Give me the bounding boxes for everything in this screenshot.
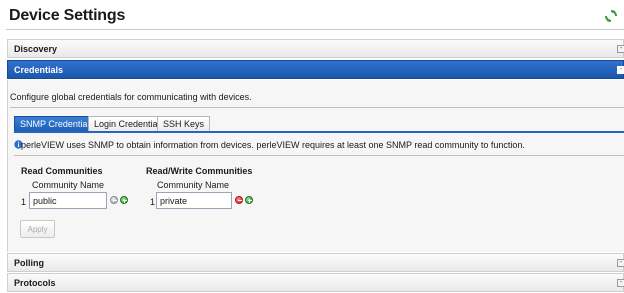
tab-ssh-keys[interactable]: SSH Keys xyxy=(157,116,211,132)
panel-discovery-header[interactable]: Discovery - xyxy=(7,39,624,58)
panel-credentials-header[interactable]: Credentials - xyxy=(7,60,624,79)
tab-underline xyxy=(14,131,624,133)
read-write-communities-title: Read/Write Communities xyxy=(146,166,253,176)
add-read-community-icon[interactable] xyxy=(120,196,128,204)
collapse-icon[interactable]: - xyxy=(617,66,624,74)
title-bar: Device Settings xyxy=(0,0,624,33)
apply-button[interactable]: Apply xyxy=(20,220,55,238)
panel-polling-header[interactable]: Polling - xyxy=(7,253,624,272)
read-community-input[interactable] xyxy=(29,192,107,209)
panel-discovery-label: Discovery xyxy=(14,44,58,54)
read-write-community-name-header: Community Name xyxy=(157,180,230,190)
panel-protocols-header[interactable]: Protocols - xyxy=(7,273,624,292)
page-title: Device Settings xyxy=(9,7,126,24)
remove-read-write-community-icon[interactable] xyxy=(235,196,243,204)
info-divider xyxy=(14,155,624,156)
panel-protocols-label: Protocols xyxy=(14,278,56,288)
read-row-index: 1 xyxy=(21,197,27,207)
expand-icon[interactable]: - xyxy=(617,279,624,287)
read-communities-title: Read Communities xyxy=(21,166,103,176)
panel-polling-label: Polling xyxy=(14,258,44,268)
remove-read-community-icon[interactable] xyxy=(110,196,118,204)
panel-credentials-label: Credentials xyxy=(14,65,64,75)
expand-icon[interactable]: - xyxy=(617,259,624,267)
credentials-description: Configure global credentials for communi… xyxy=(10,92,252,102)
read-community-name-header: Community Name xyxy=(32,180,105,190)
description-divider xyxy=(10,107,624,108)
collapse-icon[interactable]: - xyxy=(617,45,624,53)
read-write-row-index: 1 xyxy=(150,197,156,207)
add-read-write-community-icon[interactable] xyxy=(245,196,253,204)
title-divider xyxy=(6,29,624,30)
snmp-info-text: perleVIEW uses SNMP to obtain informatio… xyxy=(21,140,525,150)
tab-snmp-credentials[interactable]: SNMP Credentials xyxy=(14,116,100,132)
refresh-icon[interactable] xyxy=(604,9,618,23)
read-write-community-input[interactable] xyxy=(156,192,232,209)
